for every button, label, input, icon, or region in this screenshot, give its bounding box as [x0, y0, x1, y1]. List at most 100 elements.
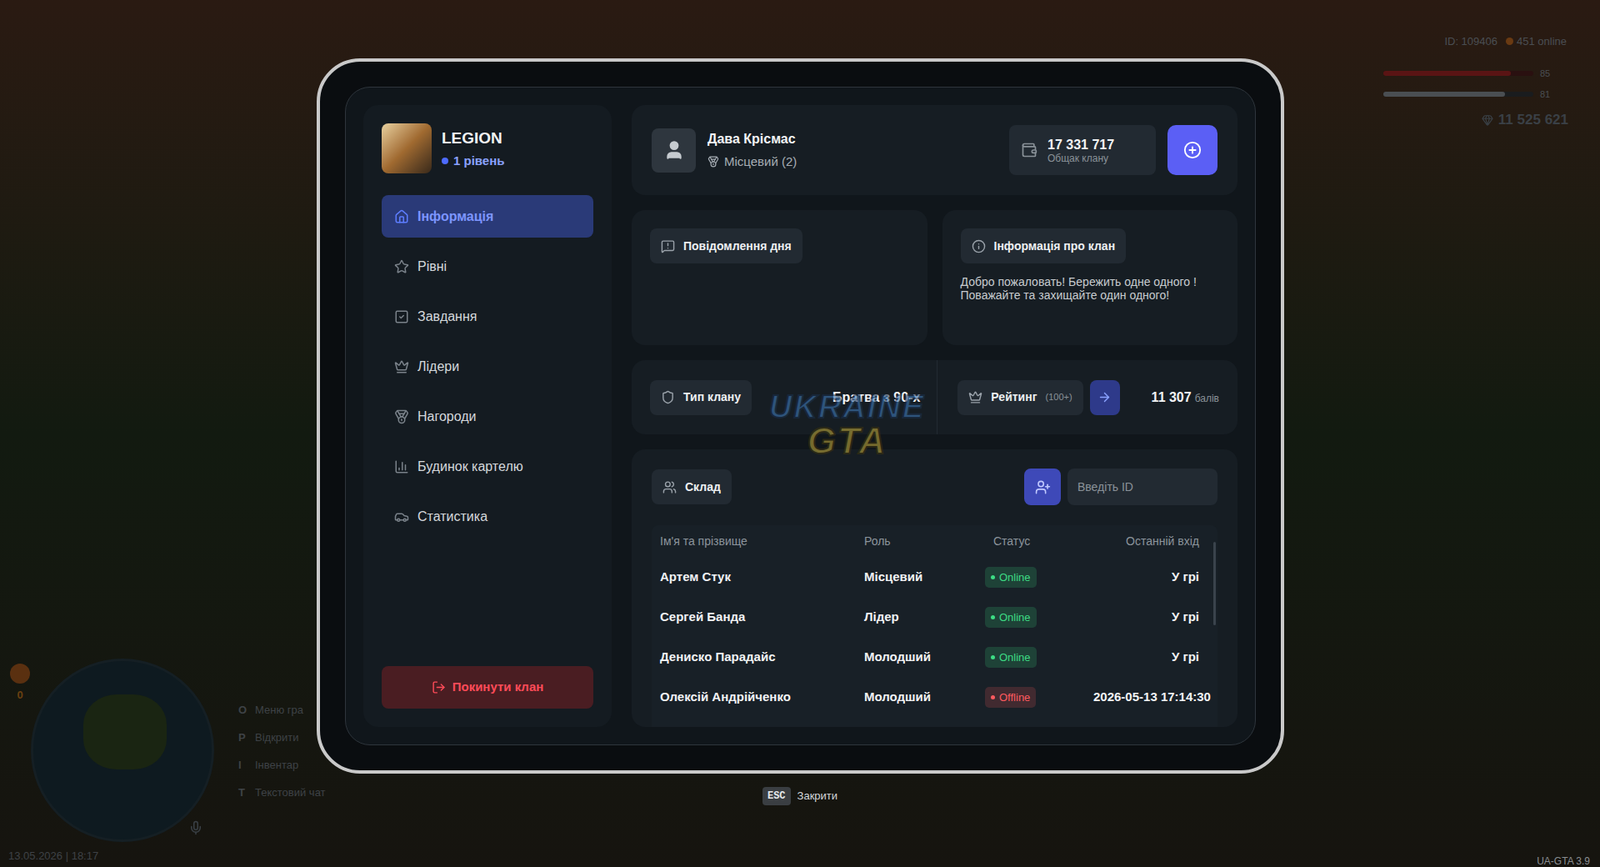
roster-table: Ім'я та прізвищеРольСтатусОстанній вхідА… [651, 525, 1218, 727]
close-label: Закрити [797, 787, 838, 805]
counter-icon [10, 663, 30, 684]
clan-type-label: Тип клану [650, 380, 752, 415]
key-hint: PВідкрити [238, 729, 326, 746]
player-id: ID: 109406 [1444, 33, 1498, 50]
version: UA-GTA 3.9 [1536, 853, 1590, 867]
rating-unit: балів [1195, 390, 1220, 406]
deposit-button[interactable] [1167, 125, 1218, 175]
house-icon [394, 209, 410, 225]
column-header: Ім'я та прізвище [660, 532, 865, 550]
member-last-login: У грі [1093, 607, 1200, 627]
status-badge: Online [985, 646, 1037, 669]
clan-info-text: Добро пожаловать! Бережить одне одного !… [960, 275, 1220, 302]
online-count: 451 online [1516, 33, 1567, 50]
chart-icon [394, 459, 410, 475]
star-icon [394, 259, 410, 275]
money: 11 525 621 [1498, 109, 1569, 131]
table-row[interactable]: Дениско ПарадайсМолодшийOnline У грі [651, 636, 1208, 677]
sidebar: LEGION1 рівень Інформація Рівні Завдання Лід… [363, 105, 612, 727]
hud-bars: 85 81 11 525 621 [1383, 66, 1575, 131]
member-last-login: У грі [1093, 647, 1200, 667]
avatar [651, 128, 696, 173]
column-header: Статус [985, 532, 1094, 550]
member-role: Місцевий [864, 567, 985, 587]
bank-amount: 17 331 717 [1047, 136, 1115, 153]
sidebar-item[interactable]: Рівні [381, 245, 594, 288]
clan-info-card: Інформація про клан Добро пожаловать! Бер… [942, 210, 1239, 345]
player-name: Дава Крісмас [707, 129, 797, 150]
info-icon [971, 239, 986, 254]
clan-name: LEGION [441, 126, 505, 151]
column-header: Останній вхід [1093, 532, 1200, 550]
shield-icon [660, 390, 675, 405]
money-icon [1481, 114, 1494, 126]
column-header: Роль [864, 532, 985, 550]
online-dot [1505, 37, 1514, 45]
armor-value: 81 [1540, 87, 1550, 102]
users-icon [662, 480, 677, 495]
health-value: 85 [1540, 66, 1550, 81]
profile-card: Дава КрісмасМісцевий (2) 17 331 717Общак … [631, 105, 1238, 195]
rank-icon [707, 155, 720, 168]
roster-card: СкладІм'я та прізвищеРольСтатусОстанній … [631, 449, 1238, 727]
member-id-input[interactable] [1067, 468, 1218, 505]
add-member-button[interactable] [1024, 468, 1061, 505]
member-last-login: 2026-05-13 17:14:30 [1093, 687, 1211, 707]
status-badge: Offline [985, 686, 1036, 709]
watermark: UKRAINEGTA [769, 390, 925, 460]
health-bar [1383, 70, 1534, 76]
rating-label: Рейтинг(100+) [957, 380, 1083, 415]
sidebar-item[interactable]: Інформація [381, 195, 594, 238]
status-badge: Online [985, 606, 1037, 629]
member-name: Дениско Парадайс [660, 647, 865, 667]
member-role: Лідер [864, 607, 985, 627]
key-hint: IІнвентар [238, 756, 326, 774]
clan-logo [381, 123, 432, 174]
tablet-screen: LEGION1 рівень Інформація Рівні Завдання Лід… [345, 86, 1256, 745]
microphone-icon [188, 820, 204, 835]
motd-card: Повідомлення дня [631, 210, 928, 345]
sidebar-item[interactable]: Завдання [381, 295, 594, 338]
date-time: 13.05.2026 | 18:17 [8, 847, 99, 865]
crown-icon [968, 390, 983, 405]
clan-bank: 17 331 717Общак клану [1009, 125, 1156, 175]
motd-title: Повідомлення дня [650, 228, 803, 264]
sidebar-item[interactable]: Статистика [381, 495, 594, 538]
clan-type-value: Братва з 90-х [765, 387, 934, 408]
status-badge: Online [985, 566, 1037, 589]
member-role: Молодший [864, 647, 985, 667]
table-header: Ім'я та прізвищеРольСтатусОстанній вхід [651, 525, 1208, 557]
member-name: Олексій Андрійченко [660, 687, 865, 707]
leave-clan-button[interactable]: Покинути клан [381, 665, 594, 709]
rating-arrow-button[interactable] [1090, 380, 1120, 415]
type-rating-card: Тип клану Братва з 90-х Рейтинг(100+) 11 30… [631, 360, 1238, 435]
arrow-right-icon [1097, 390, 1112, 405]
hud-top-right: ID: 109406 451 online [1416, 33, 1567, 50]
table-row[interactable]: Сергей БандаЛідерOnline У грі [651, 596, 1208, 637]
table-row[interactable]: Олексій АндрійченкоМолодшийOffline2026-0… [651, 676, 1208, 717]
esc-key[interactable]: ESC [762, 786, 791, 805]
key-hint: OМеню гра [238, 701, 326, 719]
main-content: Дава КрісмасМісцевий (2) 17 331 717Общак … [631, 105, 1238, 727]
key-hints: OМеню гра PВідкрити IІнвентар TТекстовий ча… [238, 701, 326, 801]
message-icon [660, 239, 675, 254]
sidebar-item[interactable]: Будинок картелю [381, 445, 594, 488]
player-rank: Місцевий (2) [707, 152, 797, 172]
clan-header: LEGION1 рівень [381, 123, 594, 174]
member-last-login: У грі [1093, 567, 1200, 587]
wallet-icon [1020, 141, 1038, 159]
clan-info-title: Інформація про клан [960, 228, 1127, 264]
member-name: Сергей Банда [660, 607, 865, 627]
minimap [30, 658, 215, 842]
scrollbar[interactable] [1213, 541, 1216, 625]
user-icon [663, 139, 685, 161]
table-row[interactable]: Артем СтукМісцевийOnlineУ грі [651, 556, 1208, 597]
sidebar-item[interactable]: Лідери [381, 345, 594, 388]
exit-door-icon [431, 680, 446, 695]
sidebar-item[interactable]: Нагороди [381, 395, 594, 438]
minimap-counter: 0 [10, 663, 30, 704]
game-screen: ID: 109406 451 online 85 81 11 525 621 0 OМеню… [0, 0, 1600, 867]
close-hint: ESC Закрити [0, 786, 1600, 805]
key-hint: TТекстовий чат [238, 784, 326, 801]
rating-points: 11 307 [1151, 387, 1192, 408]
